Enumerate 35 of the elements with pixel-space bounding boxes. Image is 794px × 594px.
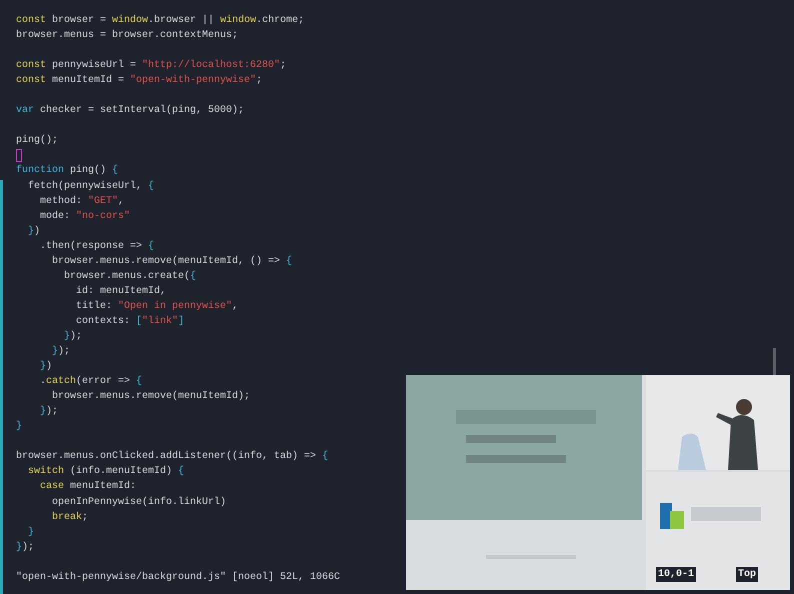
code-line: openInPennywise(info.linkUrl) <box>51 496 226 510</box>
code-line: }); <box>16 540 34 555</box>
code-line: const menuItemId = "open-with-pennywise"; <box>16 74 262 88</box>
code-line: } <box>27 526 34 540</box>
code-line: const pennywiseUrl = "http://localhost:6280"; <box>16 58 286 74</box>
code-line: }); <box>51 344 70 360</box>
code-line: switch (info.menuItemId) { <box>27 464 184 480</box>
code-line: title: "Open in pennywise", <box>75 300 238 314</box>
code-line: }); <box>63 330 82 344</box>
code-line: }) <box>27 224 40 239</box>
code-line: case menuItemId: <box>39 480 136 494</box>
code-line: function ping() { <box>16 164 118 178</box>
code-line: browser.menus.remove(menuItemId); <box>51 390 250 404</box>
text-cursor <box>16 149 22 162</box>
status-message: "open-with-pennywise/background.js" [noeol] 52L, 1066C <box>16 570 340 585</box>
code-line: .catch(error => { <box>39 374 142 390</box>
scroll-position: Top <box>736 567 758 582</box>
code-line: const browser = window.browser || window.chrome; <box>16 14 304 28</box>
code-line: .then(response => { <box>39 240 154 254</box>
code-line: }) <box>39 360 52 374</box>
code-line: browser.menus.onClicked.addListener((info, tab) => { <box>16 450 328 464</box>
code-line: id: menuItemId, <box>75 284 166 299</box>
code-line: }); <box>39 404 58 420</box>
code-line: method: "GET", <box>39 194 124 209</box>
code-line: browser.menus.remove(menuItemId, () => { <box>51 254 292 269</box>
code-line: fetch(pennywiseUrl, { <box>27 180 154 194</box>
code-line: contexts: ["link"] <box>75 314 184 329</box>
code-line: mode: "no-cors" <box>39 210 130 224</box>
code-line: var checker = setInterval(ping, 5000); <box>16 104 244 118</box>
code-line: break; <box>51 510 88 525</box>
code-line: } <box>16 420 22 434</box>
code-line: browser.menus.create({ <box>63 270 196 284</box>
code-line: browser.menus = browser.contextMenus; <box>16 28 238 44</box>
cursor-position: 10,0-1 <box>656 567 696 582</box>
code-line: ping(); <box>16 134 58 148</box>
